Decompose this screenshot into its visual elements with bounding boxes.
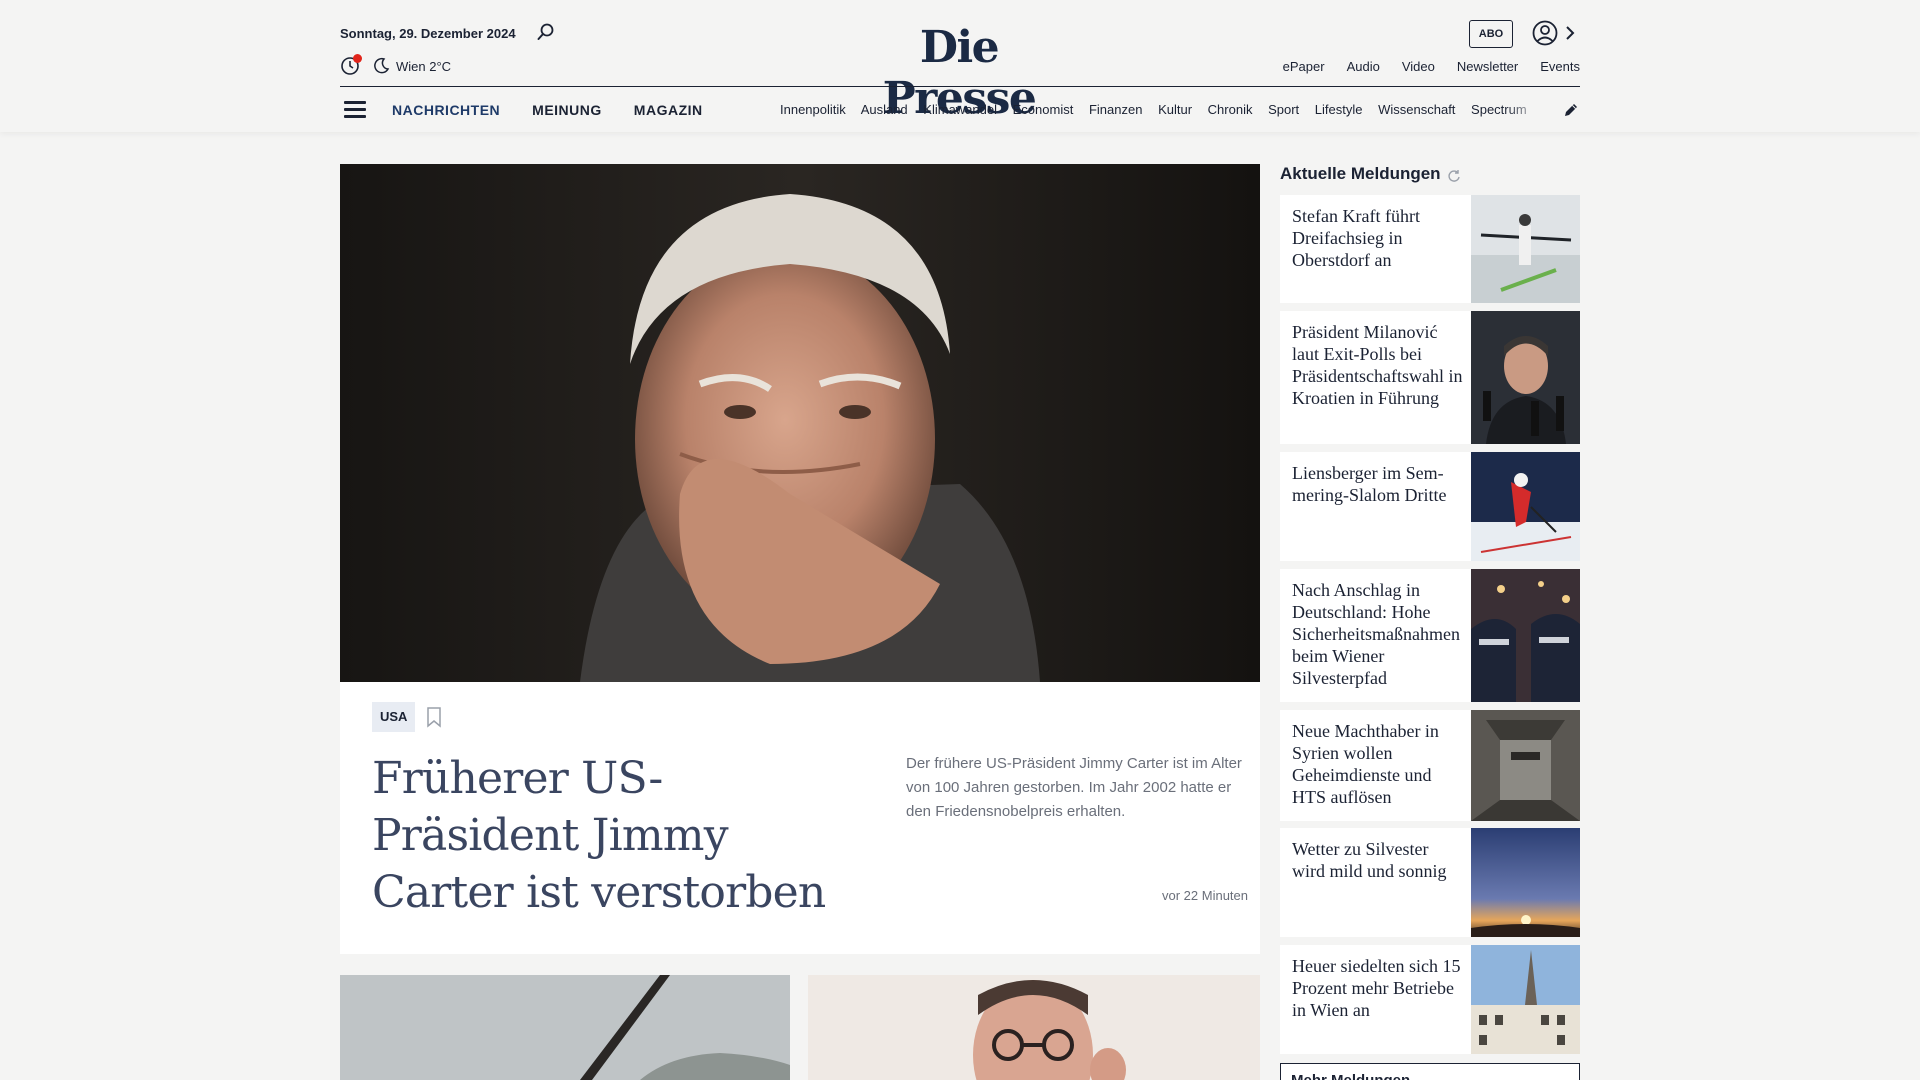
news-item-thumb (1471, 195, 1580, 303)
news-item-title: Heuer siedelten sich 15 Prozent mehr Bet… (1292, 956, 1461, 1020)
news-item-title: Liensberger im Sem­mering-Slalom Dritte (1292, 463, 1447, 505)
news-item-thumb (1471, 710, 1580, 821)
subnav-lifestyle[interactable]: Lifestyle (1315, 102, 1363, 117)
subnav-finanzen[interactable]: Finanzen (1089, 102, 1142, 117)
top-links: ePaper Audio Video Newsletter Events (1261, 59, 1580, 74)
teaser-photo-2 (808, 975, 1260, 1080)
news-item[interactable]: Präsident Milanović laut Exit-Polls bei … (1280, 311, 1580, 444)
news-item-thumb (1471, 311, 1580, 444)
pencil-icon[interactable] (1562, 101, 1580, 119)
news-item-thumb (1471, 945, 1580, 1054)
more-news-button[interactable]: Mehr Meldungen (1280, 1063, 1580, 1080)
link-video[interactable]: Video (1402, 59, 1435, 74)
news-item[interactable]: Liensberger im Sem­mering-Slalom Dritte (1280, 452, 1580, 561)
nav-meinung[interactable]: MEINUNG (532, 102, 602, 118)
hero-timestamp: vor 22 Minuten (1162, 888, 1248, 903)
news-item[interactable]: Heuer siedelten sich 15 Prozent mehr Bet… (1280, 945, 1580, 1054)
nav-nachrichten[interactable]: NACHRICHTEN (392, 102, 500, 118)
teaser-photo-1 (340, 975, 790, 1080)
main-nav: NACHRICHTEN MEINUNG MAGAZIN (392, 102, 735, 118)
news-item-thumb (1471, 452, 1580, 561)
notification-dot (353, 54, 362, 63)
news-item-title: Präsident Milanović laut Exit-Polls bei … (1292, 322, 1463, 408)
abo-button[interactable]: ABO (1469, 20, 1513, 48)
chevron-right-icon[interactable] (1564, 24, 1576, 42)
news-item-thumb (1471, 569, 1580, 702)
weather-text: Wien 2°C (396, 59, 452, 74)
news-item-title: Nach Anschlag in Deutschland: Hohe Siche… (1292, 580, 1460, 688)
subnav-economist[interactable]: Economist (1013, 102, 1074, 117)
search-icon[interactable] (536, 22, 556, 42)
news-item-title: Stefan Kraft führt Dreifachsieg in Obers… (1292, 206, 1420, 270)
news-item-title: Wetter zu Silvester wird mild und sonnig (1292, 839, 1447, 881)
teaser-image-1[interactable] (340, 975, 790, 1080)
news-item-title: Neue Machthaber in Syrien wollen Geheimd… (1292, 721, 1439, 807)
link-events[interactable]: Events (1540, 59, 1580, 74)
link-audio[interactable]: Audio (1347, 59, 1380, 74)
current-date: Sonntag, 29. Dezember 2024 (340, 26, 516, 41)
header-divider (340, 86, 1580, 87)
news-item[interactable]: Neue Machthaber in Syrien wollen Geheimd… (1280, 710, 1580, 821)
subnav-wissenschaft[interactable]: Wissenschaft (1378, 102, 1455, 117)
sub-nav-fade (1505, 96, 1545, 124)
link-epaper[interactable]: ePaper (1283, 59, 1325, 74)
subnav-klimawandel[interactable]: Klimawandel (923, 102, 997, 117)
refresh-icon[interactable] (1447, 169, 1461, 183)
nav-magazin[interactable]: MAGAZIN (634, 102, 703, 118)
subnav-kultur[interactable]: Kultur (1158, 102, 1192, 117)
news-item[interactable]: Wetter zu Silvester wird mild und sonnig (1280, 828, 1580, 937)
teaser-image-2[interactable] (808, 975, 1260, 1080)
hero-lead: Der frühere US-Präsident Jimmy Carter is… (906, 755, 1242, 820)
subnav-chronik[interactable]: Chronik (1208, 102, 1253, 117)
portrait-photo (340, 164, 1260, 682)
site-header: Sonntag, 29. Dezember 2024 Wien 2°C Die … (0, 0, 1920, 132)
user-account-icon[interactable] (1532, 20, 1558, 46)
news-item-thumb (1471, 828, 1580, 937)
subnav-ausland[interactable]: Ausland (861, 102, 908, 117)
sub-nav: Innenpolitik Ausland Klimawandel Economi… (780, 102, 1545, 117)
menu-icon[interactable] (344, 101, 366, 119)
hero-image[interactable] (340, 164, 1260, 682)
link-newsletter[interactable]: Newsletter (1457, 59, 1518, 74)
hero-title[interactable]: Früherer US-Präsident Jimmy Carter ist v… (372, 750, 852, 921)
sidebar-heading: Aktuelle Meldungen (1280, 164, 1441, 183)
subnav-sport[interactable]: Sport (1268, 102, 1299, 117)
moon-icon (374, 57, 390, 74)
news-item[interactable]: Nach Anschlag in Deutschland: Hohe Siche… (1280, 569, 1580, 702)
subnav-innenpolitik[interactable]: Innenpolitik (780, 102, 846, 117)
sidebar-header: Aktuelle Meldungen (1280, 164, 1461, 184)
bookmark-icon[interactable] (426, 706, 442, 728)
category-tag[interactable]: USA (372, 702, 416, 732)
news-item[interactable]: Stefan Kraft führt Dreifachsieg in Obers… (1280, 195, 1580, 303)
hero-article[interactable]: USA Früherer US-Präsident Jimmy Carter i… (340, 164, 1260, 954)
